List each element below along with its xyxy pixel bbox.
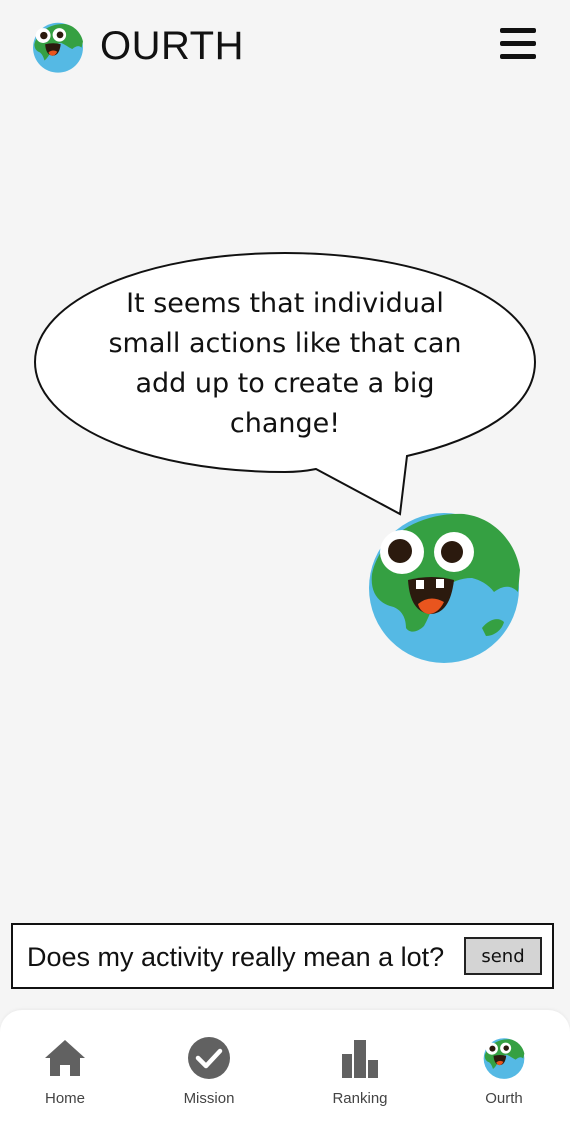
nav-label-home: Home [44,1090,85,1107]
send-button[interactable]: send [464,937,542,975]
chat-input-bar[interactable]: Does my activity really mean a lot? send [11,923,554,989]
ranking-bars-icon [342,1040,378,1078]
check-circle-icon [188,1037,230,1079]
nav-label-ourth: Ourth [485,1090,523,1107]
home-icon [45,1040,85,1076]
bottom-nav: Home Mission Ranking Ourth [0,1010,570,1125]
nav-label-mission: Mission [183,1090,235,1107]
earth-mascot-icon [369,513,520,663]
speech-bubble-text: It seems that individual small actions l… [108,288,462,439]
hamburger-menu-icon[interactable] [494,22,542,66]
app-title: OURTH [100,24,244,68]
nav-label-ranking: Ranking [332,1090,388,1107]
nav-item-ourth[interactable]: Ourth [449,1010,559,1120]
nav-item-home[interactable]: Home [10,1010,120,1120]
nav-item-ranking[interactable]: Ranking [305,1010,415,1120]
earth-mascot-icon [483,1038,525,1079]
earth-mascot-icon [33,22,83,73]
nav-item-mission[interactable]: Mission [154,1010,264,1120]
chat-message-input[interactable]: Does my activity really mean a lot? [27,941,444,973]
app-header: OURTH [0,0,570,92]
